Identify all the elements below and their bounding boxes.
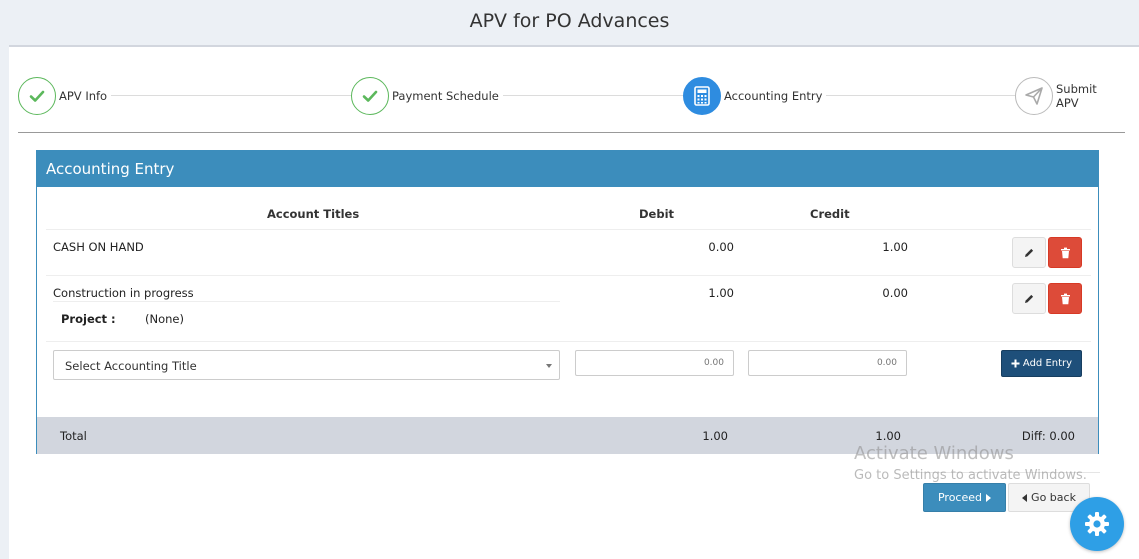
total-debit: 1.00	[702, 429, 728, 443]
proceed-button[interactable]: Proceed	[923, 483, 1006, 512]
gear-icon	[1085, 512, 1109, 536]
column-header-debit: Debit	[639, 207, 675, 221]
wizard-step-payment-schedule[interactable]: Payment Schedule	[351, 77, 503, 115]
page-title: APV for PO Advances	[469, 10, 670, 32]
debit-input[interactable]	[575, 350, 734, 376]
page-header: APV for PO Advances	[0, 0, 1139, 44]
pencil-icon	[1025, 248, 1034, 257]
go-back-label: Go back	[1031, 491, 1076, 504]
wizard-step-apv-info[interactable]: APV Info	[18, 77, 112, 115]
total-credit: 1.00	[875, 429, 901, 443]
add-entry-label: Add Entry	[1022, 358, 1073, 369]
calculator-icon	[683, 77, 721, 115]
activate-windows-title: Activate Windows	[854, 443, 1014, 464]
row-divider	[53, 301, 560, 302]
wizard-step-accounting-entry[interactable]: Accounting Entry	[683, 77, 827, 115]
check-icon	[18, 77, 56, 115]
column-header-account-titles: Account Titles	[267, 207, 360, 221]
credit-input[interactable]	[748, 350, 907, 376]
wizard-divider	[18, 132, 1125, 133]
wizard-connector	[38, 95, 1098, 96]
activate-windows-subtitle: Go to Settings to activate Windows.	[854, 468, 1087, 483]
box-header: Accounting Entry	[37, 151, 1098, 187]
pencil-icon	[1025, 294, 1034, 303]
wizard-step-label: APV Info	[56, 89, 112, 103]
row-divider	[46, 275, 1091, 276]
wizard-step-label: Payment Schedule	[389, 89, 503, 103]
credit-value: 1.00	[882, 240, 908, 254]
trash-icon	[1060, 293, 1070, 304]
account-title: Construction in progress	[53, 286, 194, 300]
wizard: APV Info Payment Schedule Accounting Ent…	[18, 77, 1118, 117]
project-value: (None)	[145, 312, 184, 326]
caret-right-icon	[986, 493, 992, 502]
accounting-entry-box: Accounting Entry Account Titles Debit Cr…	[36, 150, 1099, 454]
add-entry-button[interactable]: Add Entry	[1001, 350, 1082, 377]
plus-icon	[1011, 359, 1020, 368]
paper-plane-icon	[1015, 77, 1053, 115]
row-divider	[46, 229, 1091, 230]
select-placeholder: Select Accounting Title	[65, 359, 197, 373]
delete-button[interactable]	[1048, 283, 1082, 314]
edit-button[interactable]	[1012, 283, 1046, 314]
row-divider	[46, 341, 1091, 342]
settings-fab-button[interactable]	[1070, 497, 1124, 551]
caret-down-icon	[546, 364, 552, 368]
proceed-label: Proceed	[937, 491, 983, 504]
account-title: CASH ON HAND	[53, 240, 144, 254]
delete-button[interactable]	[1048, 237, 1082, 268]
column-header-credit: Credit	[810, 207, 850, 221]
check-icon	[351, 77, 389, 115]
debit-value: 0.00	[708, 240, 734, 254]
project-label: Project :	[61, 312, 116, 326]
debit-value: 1.00	[708, 286, 734, 300]
caret-left-icon	[1022, 493, 1028, 502]
trash-icon	[1060, 247, 1070, 258]
wizard-step-label: Submit APV	[1053, 82, 1118, 110]
credit-value: 0.00	[882, 286, 908, 300]
total-diff: Diff: 0.00	[1021, 429, 1075, 443]
edit-button[interactable]	[1012, 237, 1046, 268]
accounting-title-select[interactable]: Select Accounting Title	[53, 350, 560, 380]
total-label: Total	[60, 429, 87, 443]
wizard-step-submit-apv[interactable]: Submit APV	[1015, 77, 1118, 115]
wizard-step-label: Accounting Entry	[721, 89, 827, 103]
box-title: Accounting Entry	[46, 160, 175, 178]
